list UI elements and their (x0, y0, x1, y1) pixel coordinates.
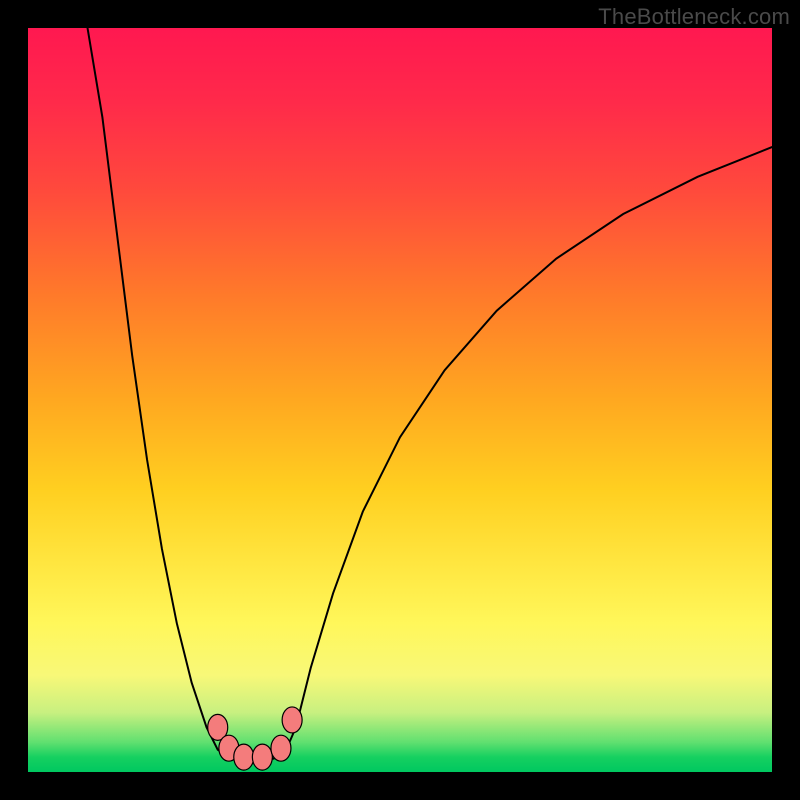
watermark-text: TheBottleneck.com (598, 4, 790, 30)
chart-svg (28, 28, 772, 772)
valley-markers-group (208, 707, 302, 770)
left-curve (88, 28, 229, 757)
valley-marker (282, 707, 302, 733)
valley-marker (234, 744, 254, 770)
plot-frame (28, 28, 772, 772)
valley-marker (252, 744, 272, 770)
right-curve (285, 147, 772, 753)
valley-marker (271, 735, 291, 761)
